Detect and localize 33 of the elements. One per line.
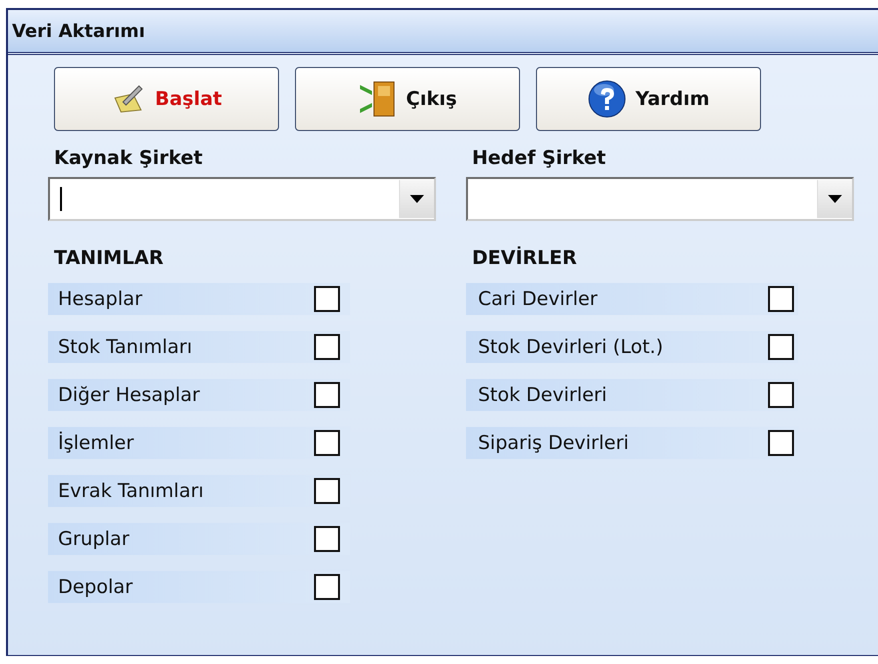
checkbox[interactable] xyxy=(314,574,340,600)
exit-button[interactable]: Çıkış xyxy=(295,67,520,131)
option-label: Sipariş Devirleri xyxy=(477,432,630,454)
company-dropdown[interactable] xyxy=(48,177,436,221)
option-label: Stok Tanımları xyxy=(57,336,194,358)
option-label: Stok Devirleri xyxy=(477,384,608,406)
help-icon xyxy=(587,79,628,119)
option-label: Stok Devirleri (Lot.) xyxy=(477,336,664,358)
checkbox[interactable] xyxy=(314,382,340,408)
checkbox[interactable] xyxy=(314,286,340,312)
checkbox[interactable] xyxy=(768,382,794,408)
checkbox[interactable] xyxy=(314,334,340,360)
checkbox[interactable] xyxy=(314,478,340,504)
option-label: Hesaplar xyxy=(57,288,144,310)
option-label: İşlemler xyxy=(57,432,135,454)
start-button[interactable]: Başlat xyxy=(54,67,279,131)
checkbox[interactable] xyxy=(768,286,794,312)
checkbox[interactable] xyxy=(768,430,794,456)
checkbox[interactable] xyxy=(314,526,340,552)
section-heading: TANIMLAR xyxy=(54,247,165,269)
option-label: Gruplar xyxy=(57,528,130,550)
checkbox[interactable] xyxy=(768,334,794,360)
window-title: Veri Aktarımı xyxy=(12,20,146,42)
option-label: Cari Devirler xyxy=(477,288,598,310)
field-label: Kaynak Şirket xyxy=(54,147,204,171)
help-button[interactable]: Yardım xyxy=(536,67,761,131)
section-heading: DEVİRLER xyxy=(472,247,578,269)
field-label: Hedef Şirket xyxy=(472,147,607,171)
checkbox[interactable] xyxy=(314,430,340,456)
option-label: Evrak Tanımları xyxy=(57,480,205,502)
company-dropdown[interactable] xyxy=(466,177,854,221)
option-label: Diğer Hesaplar xyxy=(57,384,201,406)
option-label: Depolar xyxy=(57,576,134,598)
